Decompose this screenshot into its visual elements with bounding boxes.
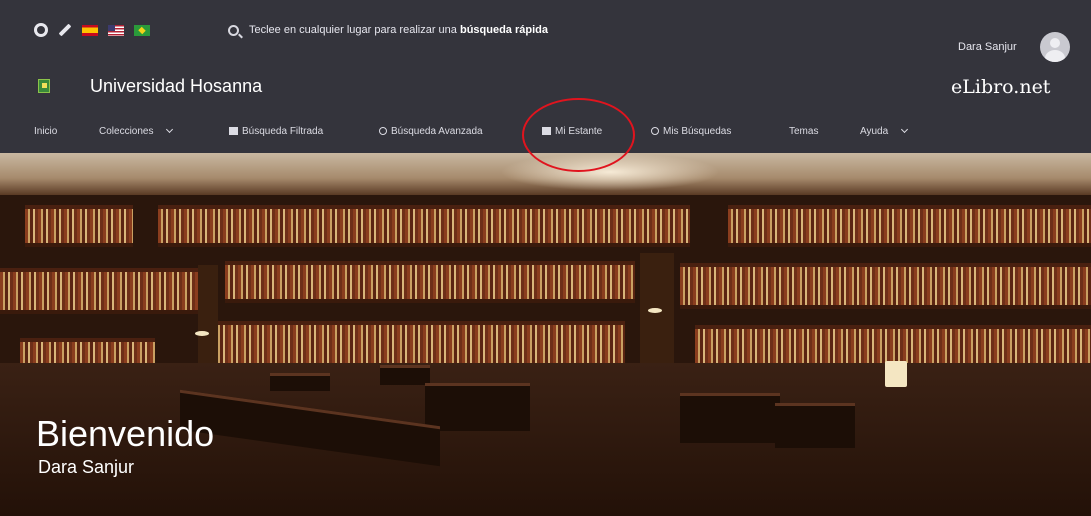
reading-desk xyxy=(425,383,530,431)
globe-icon[interactable] xyxy=(34,23,48,37)
welcome-user-name: Dara Sanjur xyxy=(38,457,135,477)
filter-icon xyxy=(229,127,238,135)
search-icon[interactable] xyxy=(228,24,239,36)
search-icon xyxy=(379,127,387,135)
bookshelf xyxy=(158,205,690,247)
reading-desk xyxy=(680,393,780,443)
brand-logo[interactable]: eLibro.net xyxy=(951,76,1050,98)
nav-colecciones[interactable]: Colecciones xyxy=(99,119,174,143)
reading-desk xyxy=(775,403,855,448)
nav-busqueda-filtrada-label: Búsqueda Filtrada xyxy=(242,125,324,137)
nav-mis-busquedas[interactable]: Mis Búsquedas xyxy=(651,119,731,143)
nav-temas-label: Temas xyxy=(789,125,819,137)
utility-icons xyxy=(34,17,150,43)
pillar xyxy=(198,265,218,375)
bookshelf xyxy=(225,261,635,303)
highlight-annotation xyxy=(522,98,635,172)
chevron-down-icon xyxy=(901,125,909,134)
ceiling-lamp xyxy=(885,361,907,387)
welcome-heading: Bienvenido xyxy=(36,413,215,454)
logo-icon[interactable] xyxy=(38,79,50,93)
hero-banner xyxy=(0,153,1091,516)
ceiling-lamp xyxy=(195,331,209,336)
nav-ayuda[interactable]: Ayuda xyxy=(860,119,909,143)
nav-inicio[interactable]: Inicio xyxy=(34,119,57,143)
institution-name[interactable]: Universidad Hosanna xyxy=(90,76,262,97)
nav-mis-busquedas-label: Mis Búsquedas xyxy=(663,125,732,137)
bookshelf xyxy=(25,205,133,247)
edit-icon[interactable] xyxy=(58,23,72,37)
chevron-down-icon xyxy=(166,125,174,134)
quick-search-hint-bold: búsqueda rápida xyxy=(459,24,548,36)
nav-busqueda-filtrada[interactable]: Búsqueda Filtrada xyxy=(229,119,323,143)
nav-colecciones-label: Colecciones xyxy=(99,125,154,137)
bookshelf xyxy=(728,205,1091,247)
nav-temas[interactable]: Temas xyxy=(789,119,818,143)
reading-desk xyxy=(270,373,330,391)
quick-search-hint[interactable]: Teclee en cualquier lugar para realizar … xyxy=(249,24,548,36)
flag-es-icon[interactable] xyxy=(82,24,98,36)
nav-inicio-label: Inicio xyxy=(34,125,58,137)
avatar[interactable] xyxy=(1040,32,1070,62)
bookshelf xyxy=(215,321,625,369)
flag-br-icon[interactable] xyxy=(134,24,150,36)
flag-us-icon[interactable] xyxy=(108,24,124,36)
reading-desk xyxy=(380,365,430,385)
nav-busqueda-avanzada-label: Búsqueda Avanzada xyxy=(391,125,483,137)
utility-bar: Teclee en cualquier lugar para realizar … xyxy=(0,17,1091,62)
user-name[interactable]: Dara Sanjur xyxy=(958,41,1017,53)
ceiling-lamp xyxy=(648,308,662,313)
quick-search[interactable]: Teclee en cualquier lugar para realizar … xyxy=(228,17,548,43)
nav-busqueda-avanzada[interactable]: Búsqueda Avanzada xyxy=(379,119,483,143)
nav-ayuda-label: Ayuda xyxy=(860,125,889,137)
bookshelf xyxy=(680,263,1091,309)
bookshelf xyxy=(0,268,200,314)
search-icon xyxy=(651,127,659,135)
